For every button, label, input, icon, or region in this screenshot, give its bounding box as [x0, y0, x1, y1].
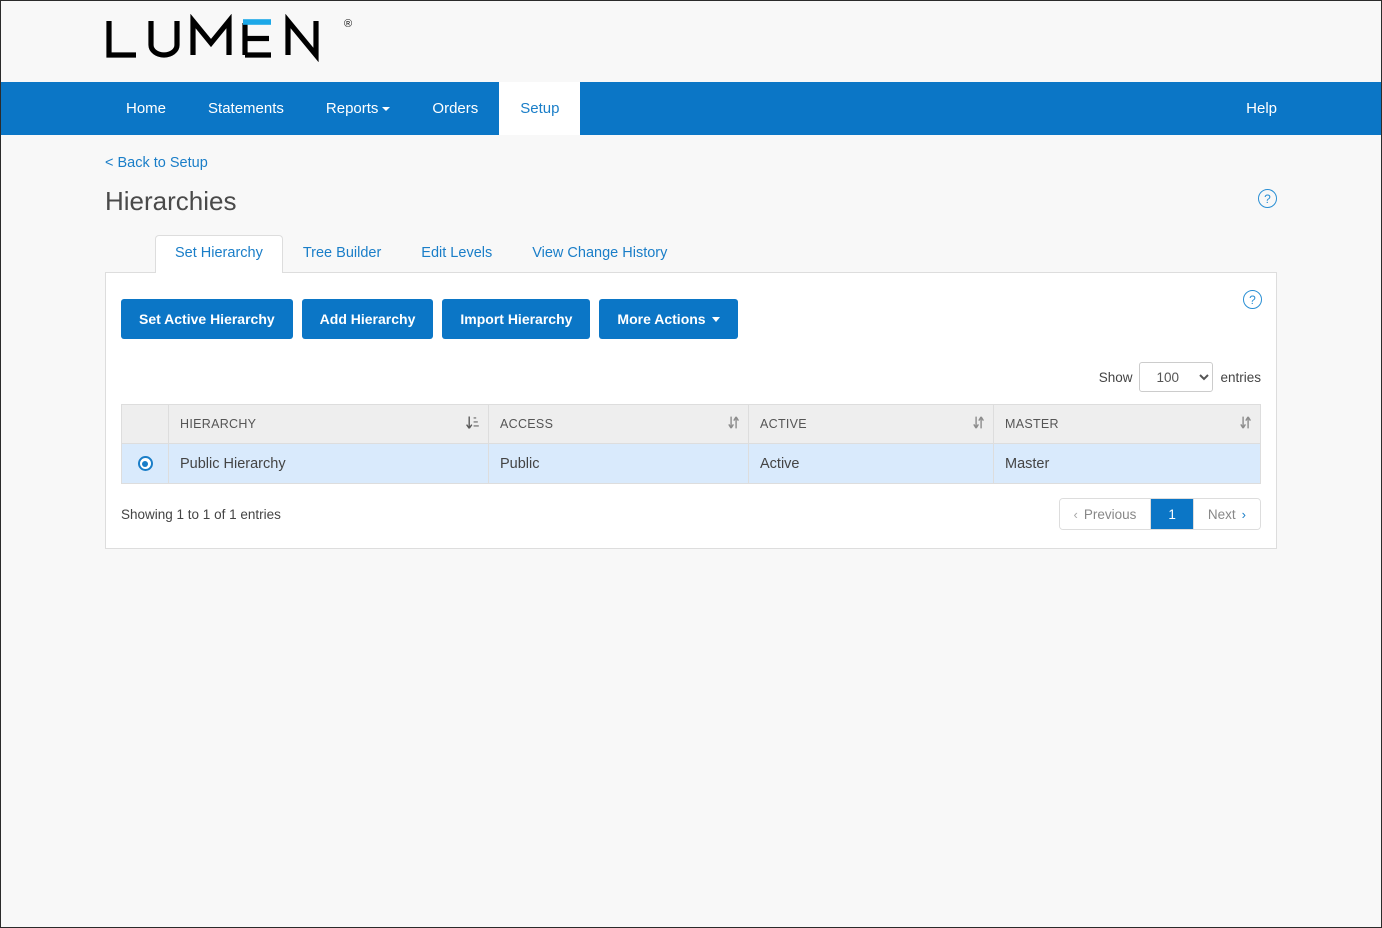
brand-header: ® [1, 1, 1381, 82]
chevron-left-icon: ‹ [1074, 507, 1078, 522]
button-label: More Actions [617, 311, 705, 327]
pagination-page-1-button[interactable]: 1 [1151, 499, 1194, 529]
lumen-wordmark-icon [105, 14, 341, 62]
pagination-previous-button[interactable]: ‹ Previous [1060, 499, 1152, 529]
nav-item-label: Setup [520, 101, 559, 116]
nav-item-statements[interactable]: Statements [187, 82, 305, 135]
sort-neutral-icon [973, 415, 984, 433]
app-page: ® Home Statements Reports Orders Setup H… [1, 1, 1381, 927]
more-actions-button[interactable]: More Actions [599, 299, 737, 339]
hierarchies-panel: ? Set Active Hierarchy Add Hierarchy Imp… [105, 272, 1277, 549]
tab-edit-levels[interactable]: Edit Levels [401, 235, 512, 272]
column-header-label: ACCESS [500, 417, 553, 431]
pagination-previous-label: Previous [1084, 507, 1137, 522]
table-header: HIERARCHY ACCESS [122, 405, 1261, 444]
table-length-control: Show 100 entries [121, 362, 1261, 392]
show-label: Show [1099, 370, 1133, 385]
chevron-down-icon [382, 107, 390, 111]
cell-active: Active [749, 444, 994, 484]
pagination-next-label: Next [1208, 507, 1236, 522]
set-active-hierarchy-button[interactable]: Set Active Hierarchy [121, 299, 293, 339]
button-label: Add Hierarchy [320, 311, 416, 327]
table-body: Public Hierarchy Public Active Master [122, 444, 1261, 484]
add-hierarchy-button[interactable]: Add Hierarchy [302, 299, 434, 339]
tab-tree-builder[interactable]: Tree Builder [283, 235, 401, 272]
sort-neutral-icon [728, 415, 739, 433]
registered-mark: ® [344, 18, 352, 30]
nav-item-label: Statements [208, 101, 284, 116]
row-radio-button[interactable] [138, 456, 153, 471]
import-hierarchy-button[interactable]: Import Hierarchy [442, 299, 590, 339]
chevron-down-icon [712, 317, 720, 322]
table-info: Showing 1 to 1 of 1 entries [121, 507, 281, 522]
action-button-row: Set Active Hierarchy Add Hierarchy Impor… [121, 299, 1261, 339]
column-header-master[interactable]: MASTER [994, 405, 1261, 444]
button-label: Set Active Hierarchy [139, 311, 275, 327]
nav-item-home[interactable]: Home [105, 82, 187, 135]
nav-item-reports[interactable]: Reports [305, 82, 412, 135]
cell-access: Public [489, 444, 749, 484]
nav-item-help[interactable]: Help [1246, 101, 1277, 116]
sort-ascending-icon [466, 415, 479, 433]
nav-right-group: Help [1246, 82, 1277, 135]
column-header-select [122, 405, 169, 444]
entries-per-page-select[interactable]: 100 [1139, 362, 1213, 392]
nav-item-orders[interactable]: Orders [411, 82, 499, 135]
pagination: ‹ Previous 1 Next › [1059, 498, 1262, 530]
nav-item-setup[interactable]: Setup [499, 82, 580, 135]
cell-hierarchy: Public Hierarchy [169, 444, 489, 484]
table-header-row: HIERARCHY ACCESS [122, 405, 1261, 444]
column-header-active[interactable]: ACTIVE [749, 405, 994, 444]
tab-set-hierarchy[interactable]: Set Hierarchy [155, 235, 283, 273]
lumen-accent-bar-icon [243, 19, 271, 25]
tab-bar: Set Hierarchy Tree Builder Edit Levels V… [105, 234, 1277, 272]
tab-view-change-history[interactable]: View Change History [512, 235, 687, 272]
column-header-label: ACTIVE [760, 417, 807, 431]
nav-item-label: Help [1246, 101, 1277, 116]
nav-item-label: Orders [432, 101, 478, 116]
row-select-cell[interactable] [122, 444, 169, 484]
page-title: Hierarchies [105, 188, 1277, 214]
page-content: < Back to Setup Hierarchies ? Set Hierar… [1, 135, 1381, 549]
hierarchies-table: HIERARCHY ACCESS [121, 404, 1261, 484]
cell-master: Master [994, 444, 1261, 484]
chevron-right-icon: › [1242, 507, 1246, 522]
breadcrumb-back-to-setup[interactable]: < Back to Setup [105, 155, 208, 171]
panel-help-icon[interactable]: ? [1243, 290, 1262, 309]
table-footer: Showing 1 to 1 of 1 entries ‹ Previous 1… [121, 498, 1261, 530]
main-navigation: Home Statements Reports Orders Setup Hel… [1, 82, 1381, 135]
pagination-next-button[interactable]: Next › [1194, 499, 1260, 529]
lumen-logo[interactable]: ® [105, 14, 352, 62]
button-label: Import Hierarchy [460, 311, 572, 327]
page-title-row: Hierarchies ? [105, 188, 1277, 214]
table-row[interactable]: Public Hierarchy Public Active Master [122, 444, 1261, 484]
column-header-label: HIERARCHY [180, 417, 256, 431]
entries-label: entries [1220, 370, 1261, 385]
column-header-hierarchy[interactable]: HIERARCHY [169, 405, 489, 444]
nav-item-label: Home [126, 101, 166, 116]
page-help-icon[interactable]: ? [1258, 189, 1277, 208]
column-header-access[interactable]: ACCESS [489, 405, 749, 444]
sort-neutral-icon [1240, 415, 1251, 433]
column-header-label: MASTER [1005, 417, 1059, 431]
nav-item-label: Reports [326, 101, 379, 116]
